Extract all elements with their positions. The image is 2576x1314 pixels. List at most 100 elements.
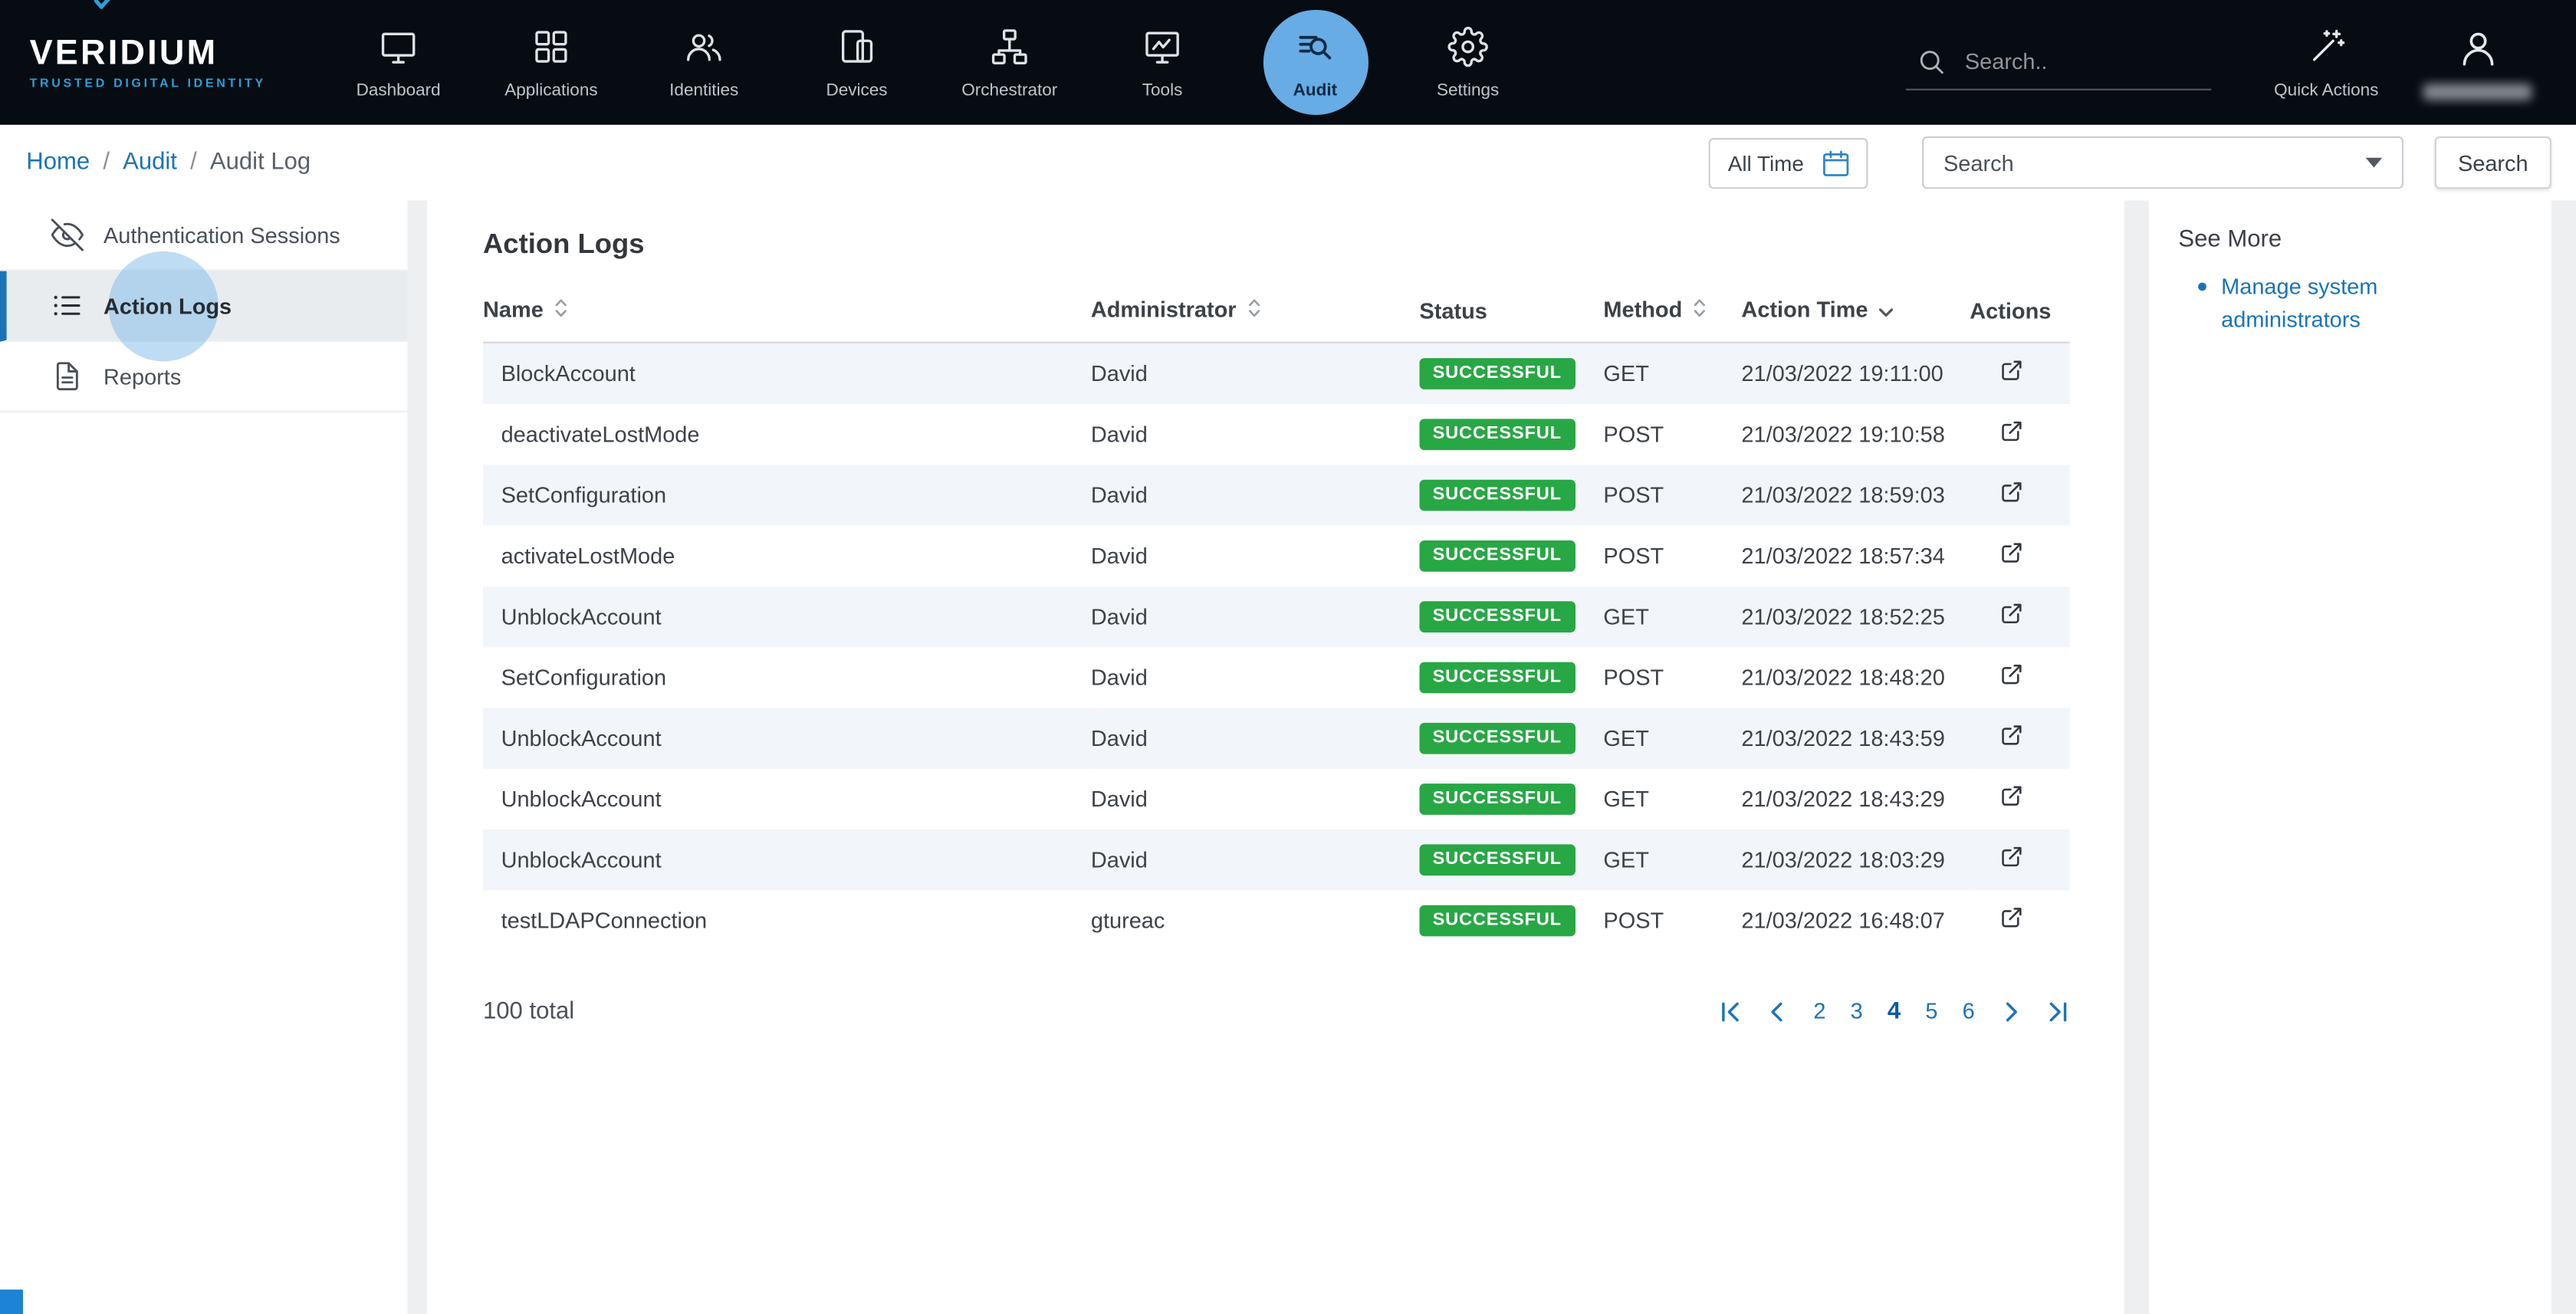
pagination-page-2[interactable]: 2	[1813, 999, 1825, 1023]
breadcrumb-separator: /	[190, 149, 197, 176]
pagination-page-3[interactable]: 3	[1851, 999, 1863, 1023]
open-log-details-icon[interactable]	[1998, 782, 2026, 810]
nav-item-devices[interactable]: Devices	[780, 0, 933, 125]
cell-action-time: 21/03/2022 19:10:58	[1741, 403, 1970, 464]
table-row[interactable]: testLDAPConnection gtureac SUCCESSFUL PO…	[483, 889, 2070, 950]
sort-icon	[1692, 297, 1707, 324]
last-page-icon[interactable]	[2047, 1000, 2070, 1023]
applications-icon	[531, 25, 572, 67]
status-badge: SUCCESSFUL	[1419, 479, 1575, 511]
sidebar-item-action-logs[interactable]: Action Logs	[0, 271, 407, 342]
see-more-panel: See More Manage system administrators	[2149, 200, 2551, 1314]
veridium-logo[interactable]: VERIDIUM TRUSTED DIGITAL IDENTITY	[30, 0, 270, 125]
dashboard-icon	[378, 25, 419, 67]
open-log-details-icon[interactable]	[1998, 357, 2026, 385]
status-badge: SUCCESSFUL	[1419, 540, 1575, 571]
open-log-details-icon[interactable]	[1998, 843, 2026, 870]
search-field-value: Search	[1944, 150, 2014, 175]
open-log-details-icon[interactable]	[1998, 478, 2026, 506]
breadcrumb-separator: /	[103, 149, 110, 176]
breadcrumb-home-link[interactable]: Home	[26, 149, 90, 176]
column-header-actions: Actions	[1970, 284, 2070, 343]
status-badge: SUCCESSFUL	[1419, 662, 1575, 693]
nav-item-settings[interactable]: Settings	[1392, 0, 1544, 125]
table-row[interactable]: SetConfiguration David SUCCESSFUL POST 2…	[483, 646, 2070, 707]
cell-administrator: David	[1091, 525, 1420, 586]
user-menu[interactable]	[2402, 25, 2553, 99]
quick-actions-button[interactable]: Quick Actions	[2251, 25, 2402, 99]
column-header-status: Status	[1419, 284, 1603, 343]
sort-desc-icon	[1878, 299, 1894, 324]
pagination-page-5[interactable]: 5	[1925, 999, 1937, 1023]
audit-sidebar: Authentication Sessions Action Logs Repo…	[0, 200, 407, 1314]
table-row[interactable]: UnblockAccount David SUCCESSFUL GET 21/0…	[483, 768, 2070, 829]
pagination-page-6[interactable]: 6	[1963, 999, 1975, 1023]
nav-label: Audit	[1293, 80, 1337, 100]
open-log-details-icon[interactable]	[1998, 600, 2026, 627]
global-search-input[interactable]	[1965, 48, 2192, 73]
status-badge: SUCCESSFUL	[1419, 722, 1575, 754]
cell-method: GET	[1603, 708, 1741, 768]
cell-method: GET	[1603, 343, 1741, 403]
column-header-method[interactable]: Method	[1603, 284, 1741, 343]
nav-item-applications[interactable]: Applications	[475, 0, 627, 125]
open-log-details-icon[interactable]	[1998, 904, 2026, 931]
next-page-icon[interactable]	[1999, 1000, 2022, 1023]
total-count: 100 total	[483, 998, 574, 1024]
nav-item-orchestrator[interactable]: Orchestrator	[933, 0, 1086, 125]
report-icon	[51, 360, 84, 393]
table-row[interactable]: UnblockAccount David SUCCESSFUL GET 21/0…	[483, 586, 2070, 646]
status-badge: SUCCESSFUL	[1419, 600, 1575, 632]
sidebar-item-reports[interactable]: Reports	[0, 342, 407, 412]
magic-wand-icon	[2306, 25, 2348, 67]
column-header-administrator[interactable]: Administrator	[1091, 284, 1420, 343]
manage-system-administrators-link[interactable]: Manage system administrators	[2221, 271, 2405, 336]
open-log-details-icon[interactable]	[1998, 660, 2026, 688]
first-page-icon[interactable]	[1718, 1000, 1741, 1023]
column-header-name[interactable]: Name	[483, 284, 1091, 343]
table-row[interactable]: activateLostMode David SUCCESSFUL POST 2…	[483, 525, 2070, 586]
cell-method: POST	[1603, 525, 1741, 586]
nav-item-tools[interactable]: Tools	[1086, 0, 1238, 125]
table-row[interactable]: UnblockAccount David SUCCESSFUL GET 21/0…	[483, 708, 2070, 768]
open-log-details-icon[interactable]	[1998, 721, 2026, 749]
global-search	[1906, 35, 2212, 90]
sidebar-item-authentication-sessions[interactable]: Authentication Sessions	[0, 200, 407, 271]
table-row[interactable]: deactivateLostMode David SUCCESSFUL POST…	[483, 403, 2070, 464]
cell-administrator: David	[1091, 646, 1420, 707]
search-field-select[interactable]: Search	[1922, 136, 2404, 189]
nav-item-identities[interactable]: Identities	[628, 0, 780, 125]
page-title: Action Logs	[483, 228, 2070, 261]
pagination-page-4[interactable]: 4	[1888, 998, 1901, 1024]
cell-method: GET	[1603, 586, 1741, 646]
table-row[interactable]: BlockAccount David SUCCESSFUL GET 21/03/…	[483, 343, 2070, 403]
table-row[interactable]: UnblockAccount David SUCCESSFUL GET 21/0…	[483, 829, 2070, 889]
action-logs-table: Name Administrator Status Method Action	[483, 284, 2070, 951]
breadcrumb-audit-link[interactable]: Audit	[123, 149, 177, 176]
table-row[interactable]: SetConfiguration David SUCCESSFUL POST 2…	[483, 464, 2070, 524]
column-label: Method	[1603, 297, 1682, 322]
cell-action-time: 21/03/2022 18:48:20	[1741, 646, 1970, 707]
open-log-details-icon[interactable]	[1998, 539, 2026, 567]
search-icon	[1916, 45, 1947, 77]
brand-name: VERIDIUM	[30, 35, 270, 70]
nav-label: Identities	[669, 80, 738, 100]
cell-method: GET	[1603, 768, 1741, 829]
cell-action-time: 21/03/2022 18:52:25	[1741, 586, 1970, 646]
sort-icon	[554, 297, 568, 324]
time-range-button[interactable]: All Time	[1708, 137, 1868, 188]
nav-label: Devices	[826, 80, 887, 100]
cell-administrator: David	[1091, 586, 1420, 646]
nav-label: Tools	[1142, 80, 1183, 100]
see-more-list: Manage system administrators	[2178, 271, 2522, 336]
sidebar-item-label: Action Logs	[104, 294, 232, 318]
nav-item-dashboard[interactable]: Dashboard	[322, 0, 475, 125]
column-header-action-time[interactable]: Action Time	[1741, 284, 1970, 343]
cell-method: POST	[1603, 889, 1741, 950]
previous-page-icon[interactable]	[1766, 1000, 1789, 1023]
status-badge: SUCCESSFUL	[1419, 418, 1575, 449]
search-button[interactable]: Search	[2435, 136, 2551, 189]
nav-item-audit[interactable]: Audit	[1239, 0, 1392, 125]
open-log-details-icon[interactable]	[1998, 417, 2026, 445]
breadcrumb-current: Audit Log	[210, 149, 310, 176]
